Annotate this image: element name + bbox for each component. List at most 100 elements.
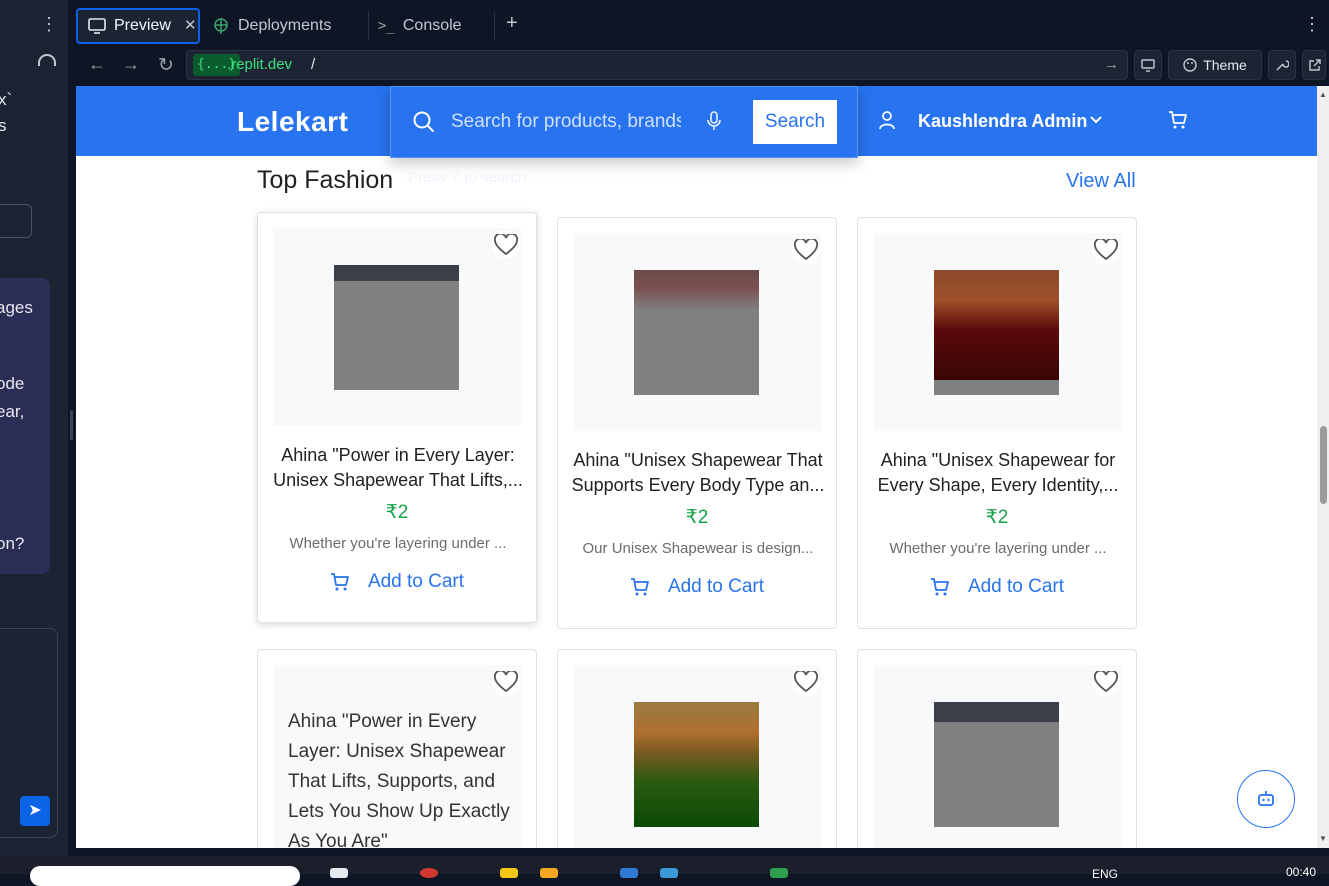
product-thumbnail [934,702,1059,827]
back-icon[interactable]: ← [88,54,106,75]
wishlist-button[interactable] [1092,236,1120,264]
tab-preview[interactable]: Preview [76,8,200,44]
add-to-cart-button[interactable]: Add to Cart [558,576,836,598]
taskbar-app-icon[interactable] [660,868,678,878]
chatbot-button[interactable] [1237,770,1295,828]
reload-icon[interactable]: ↻ [158,54,174,77]
scrollbar-thumb[interactable] [1320,426,1327,504]
tab-label: Console [402,17,462,34]
chat-text-fragment: on? [0,534,25,553]
cart-icon[interactable] [1168,110,1188,130]
open-new-window-button[interactable] [1302,50,1326,80]
product-name-line: Supports Every Body Type an... [571,475,825,495]
broken-image-alt-text: Ahina "Power in Every Layer: Unisex Shap… [288,711,510,848]
product-price: ₹2 [985,507,1009,528]
cart-icon [330,573,349,591]
divider-grip[interactable] [70,410,73,440]
product-card[interactable]: Ahina "Unisex Shapewear for Every Shape,… [857,217,1137,629]
more-options-icon[interactable]: ⋮ [40,14,58,35]
devtools-button[interactable] [1268,50,1296,80]
scroll-down-icon[interactable]: ▼ [1319,834,1327,843]
device-toggle-button[interactable] [1134,50,1162,80]
taskbar-app-icon[interactable] [500,868,518,878]
taskbar-clock[interactable]: 00:40 [1286,865,1316,879]
search-input[interactable] [451,107,681,137]
workspace-tabs: Preview ✕ Deployments >_ Console + ⋮ [76,4,1329,46]
product-name[interactable]: Ahina "Unisex Shapewear for Every Shape,… [870,448,1126,498]
product-name[interactable]: Ahina "Power in Every Layer: Unisex Shap… [270,443,526,493]
wishlist-button[interactable] [492,231,520,259]
taskbar-app-icon[interactable] [330,868,348,878]
os-taskbar: ENG 00:40 [0,856,1329,886]
more-options-icon[interactable]: ⋮ [1303,14,1321,35]
add-to-cart-button[interactable]: Add to Cart [858,576,1136,598]
product-price: ₹2 [385,502,409,523]
heart-icon [494,234,518,256]
wishlist-button[interactable] [1092,668,1120,696]
preview-toolbar: ← → ↻ {...} .replit.dev / → Theme [76,46,1329,84]
monitor-icon [88,18,106,34]
agent-pane: ⋮ x` s ages ode ear, on? ➤ [0,0,68,874]
user-menu-name[interactable]: Kaushlendra Admin [918,111,1087,132]
device-icon [1141,58,1155,72]
chat-text-fragment: ages [0,298,33,317]
taskbar-folder-icon[interactable] [540,868,558,878]
microphone-icon[interactable] [706,111,722,133]
pane-divider[interactable] [68,0,76,874]
product-card[interactable]: Ahina "Power in Every Layer: Unisex Shap… [257,649,537,848]
theme-label: Theme [1203,57,1247,73]
product-image[interactable] [873,665,1121,848]
url-path[interactable]: / [311,56,315,73]
product-card[interactable]: Ahina "Unisex Shapewear That Supports Ev… [557,217,837,629]
taskbar-chrome-icon[interactable] [420,868,438,878]
wishlist-button[interactable] [792,668,820,696]
add-to-cart-button[interactable]: Add to Cart [258,571,536,593]
product-card[interactable]: Ahina "Power in Every Layer: Unisex Shap… [257,212,537,623]
agent-input-box[interactable] [0,204,32,238]
site-header: Lelekart Search Kaushlendra Admin [76,86,1317,158]
wishlist-button[interactable] [792,236,820,264]
close-tab-icon[interactable]: ✕ [184,16,197,34]
add-to-cart-label: Add to Cart [667,576,765,597]
heart-icon [794,239,818,261]
preview-viewport: Lelekart Search Kaushlendra Admin Top Fa… [76,86,1317,848]
taskbar-search[interactable] [30,866,300,886]
search-button[interactable]: Search [753,100,837,144]
product-image[interactable] [573,665,821,848]
user-icon[interactable] [878,110,896,130]
vertical-scrollbar[interactable]: ▲ ▼ [1317,86,1329,848]
heart-icon [494,671,518,693]
view-all-link[interactable]: View All [1066,170,1136,193]
send-button[interactable]: ➤ [20,796,50,826]
scroll-up-icon[interactable]: ▲ [1319,90,1327,99]
usage-gauge-icon[interactable] [38,54,56,66]
product-card[interactable] [857,649,1137,848]
new-tab-icon[interactable]: + [506,12,518,35]
product-image[interactable] [873,233,1121,431]
forward-icon[interactable]: → [122,54,140,75]
product-name-line: Every Shape, Every Identity,... [877,475,1119,495]
heart-icon [794,671,818,693]
url-field[interactable]: {...} .replit.dev / → [186,50,1128,80]
product-name[interactable]: Ahina "Unisex Shapewear That Supports Ev… [570,448,826,498]
product-card[interactable] [557,649,837,848]
go-arrow-icon[interactable]: → [1104,56,1119,73]
product-thumbnail [634,270,759,395]
tab-label: Preview [114,17,171,34]
wishlist-button[interactable] [492,668,520,696]
taskbar-language[interactable]: ENG [1092,867,1118,881]
search-icon [413,111,434,132]
tab-console[interactable]: >_ Console [368,8,472,44]
taskbar-app-icon[interactable] [770,868,788,878]
cart-icon [930,578,949,596]
tab-deployments[interactable]: Deployments [202,8,341,44]
product-image[interactable] [573,233,821,431]
product-image[interactable] [273,228,521,426]
theme-button[interactable]: Theme [1168,50,1262,80]
site-logo[interactable]: Lelekart [237,106,348,138]
chevron-down-icon[interactable] [1088,112,1104,128]
product-image[interactable]: Ahina "Power in Every Layer: Unisex Shap… [273,665,521,848]
url-host: .replit.dev [227,56,293,73]
cart-icon [630,578,649,596]
taskbar-app-icon[interactable] [620,868,638,878]
